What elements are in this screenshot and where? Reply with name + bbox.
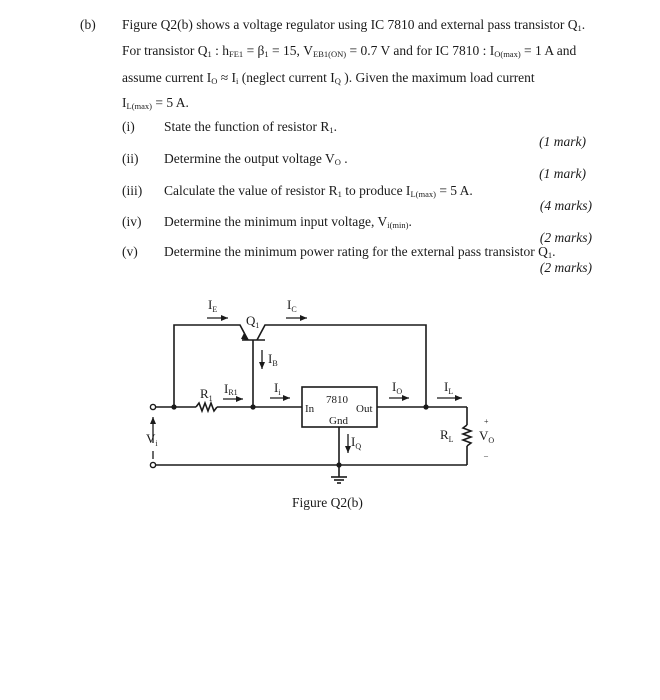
label-q1: Q1 [246, 313, 259, 330]
label-vo-minus: – [483, 451, 489, 460]
label-il: IL [444, 379, 453, 396]
resistor-rl [460, 424, 474, 447]
ic-in-label: In [305, 403, 315, 415]
input-terminal-top [149, 403, 157, 411]
label-vi: Vi [146, 431, 158, 448]
circuit-diagram: IE IC Q1 IB R1 IR1 Ii IO IL IQ RL VO + –… [146, 297, 494, 510]
label-ir1: IR1 [224, 381, 238, 397]
junction-dot [171, 404, 177, 410]
label-io: IO [392, 379, 402, 396]
input-terminal-bottom [149, 461, 157, 469]
junction-dot [250, 404, 256, 410]
label-ic: IC [287, 297, 297, 314]
label-r1: R1 [200, 386, 213, 403]
ic-name-label: 7810 [326, 394, 349, 406]
label-vo-plus: + [484, 417, 489, 426]
junction-dot [423, 404, 429, 410]
resistor-r1 [195, 400, 218, 414]
junction-dot [336, 462, 342, 468]
label-rl: RL [440, 427, 454, 444]
label-ib: IB [268, 351, 278, 368]
label-vo: VO [479, 428, 494, 445]
ic-out-label: Out [356, 403, 373, 415]
label-ie: IE [208, 297, 217, 314]
label-ii: Ii [274, 380, 281, 397]
label-iq: IQ [351, 434, 361, 451]
figure-caption: Figure Q2(b) [292, 495, 363, 510]
ic-gnd-label: Gnd [329, 415, 348, 427]
